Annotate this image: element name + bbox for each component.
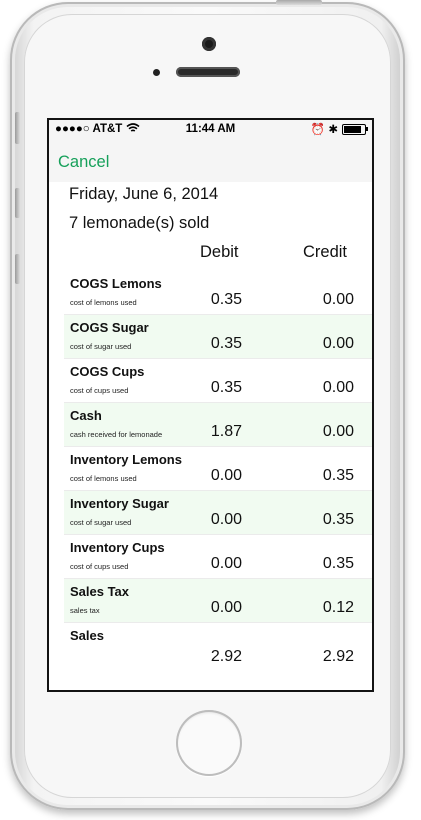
account-description: cost of cups used [70,562,129,571]
debit-value: 1.87 [210,423,242,440]
account-name: Sales Tax [70,584,130,599]
debit-value: 0.35 [210,291,242,308]
mute-switch [15,112,20,144]
alarm-bluetooth-icons: ⏰ ✱ [310,124,338,136]
app-screen: ●●●●○ AT&T 11:44 AM ⏰ ✱ Cancel Friday, J… [47,118,374,692]
table-row: COGS Cups cost of cups used 0.35 0.00 [64,359,372,403]
table-row: Inventory Cups cost of cups used 0.00 0.… [64,535,372,579]
account-description: cost of sugar used [70,518,132,527]
credit-value: 0.00 [322,423,354,440]
debit-value: 0.00 [210,511,242,528]
volume-up-button [15,188,20,218]
table-row: Inventory Lemons cost of lemons used 0.0… [64,447,372,491]
account-name: Inventory Sugar [70,496,169,511]
account-description: sales tax [70,606,100,615]
account-name: Cash [70,408,102,423]
account-name: COGS Sugar [70,320,149,335]
debit-value: 0.00 [210,599,242,616]
account-name: COGS Lemons [70,276,162,291]
table-row: Cash cash received for lemonade 1.87 0.0… [64,403,372,447]
journal-list[interactable]: COGS Lemons cost of lemons used 0.35 0.0… [64,271,372,643]
home-button[interactable] [176,710,242,776]
credit-value: 0.35 [322,467,354,484]
debit-total: 2.92 [210,648,242,665]
credit-column-header: Credit [303,243,348,261]
status-bar: ●●●●○ AT&T 11:44 AM ⏰ ✱ [49,120,372,140]
cancel-button[interactable]: Cancel [58,153,109,172]
account-description: cost of lemons used [70,298,137,307]
power-button [276,0,322,5]
table-row: Sales [64,623,372,643]
earpiece-speaker [176,67,240,77]
credit-value: 0.00 [322,335,354,352]
table-row: Sales Tax sales tax 0.00 0.12 [64,579,372,623]
table-row: COGS Sugar cost of sugar used 0.35 0.00 [64,315,372,359]
account-description: cost of sugar used [70,342,132,351]
nav-bar: Cancel [49,140,372,182]
account-description: cost of lemons used [70,474,137,483]
account-description: cost of cups used [70,386,129,395]
front-camera [202,37,216,51]
battery-icon [342,123,368,135]
table-row: COGS Lemons cost of lemons used 0.35 0.0… [64,271,372,315]
transaction-date: Friday, June 6, 2014 [69,185,219,203]
account-name: Inventory Lemons [70,452,182,467]
credit-value: 0.35 [322,555,354,572]
debit-value: 0.35 [210,379,242,396]
credit-value: 0.00 [322,291,354,308]
debit-value: 0.00 [210,555,242,572]
table-row: Inventory Sugar cost of sugar used 0.00 … [64,491,372,535]
account-name: Inventory Cups [70,540,165,555]
credit-value: 0.12 [322,599,354,616]
credit-total: 2.92 [322,648,354,665]
account-name: COGS Cups [70,364,145,379]
account-name: Sales [70,628,104,643]
debit-value: 0.00 [210,467,242,484]
sold-count: 7 lemonade(s) sold [69,214,210,232]
credit-value: 0.35 [322,511,354,528]
totals-row: 2.92 2.92 [64,648,372,672]
volume-down-button [15,254,20,284]
credit-value: 0.00 [322,379,354,396]
debit-column-header: Debit [200,243,239,261]
debit-value: 0.35 [210,335,242,352]
proximity-sensor [153,69,160,76]
account-description: cash received for lemonade [70,430,163,439]
status-icons: ⏰ ✱ [310,122,368,136]
